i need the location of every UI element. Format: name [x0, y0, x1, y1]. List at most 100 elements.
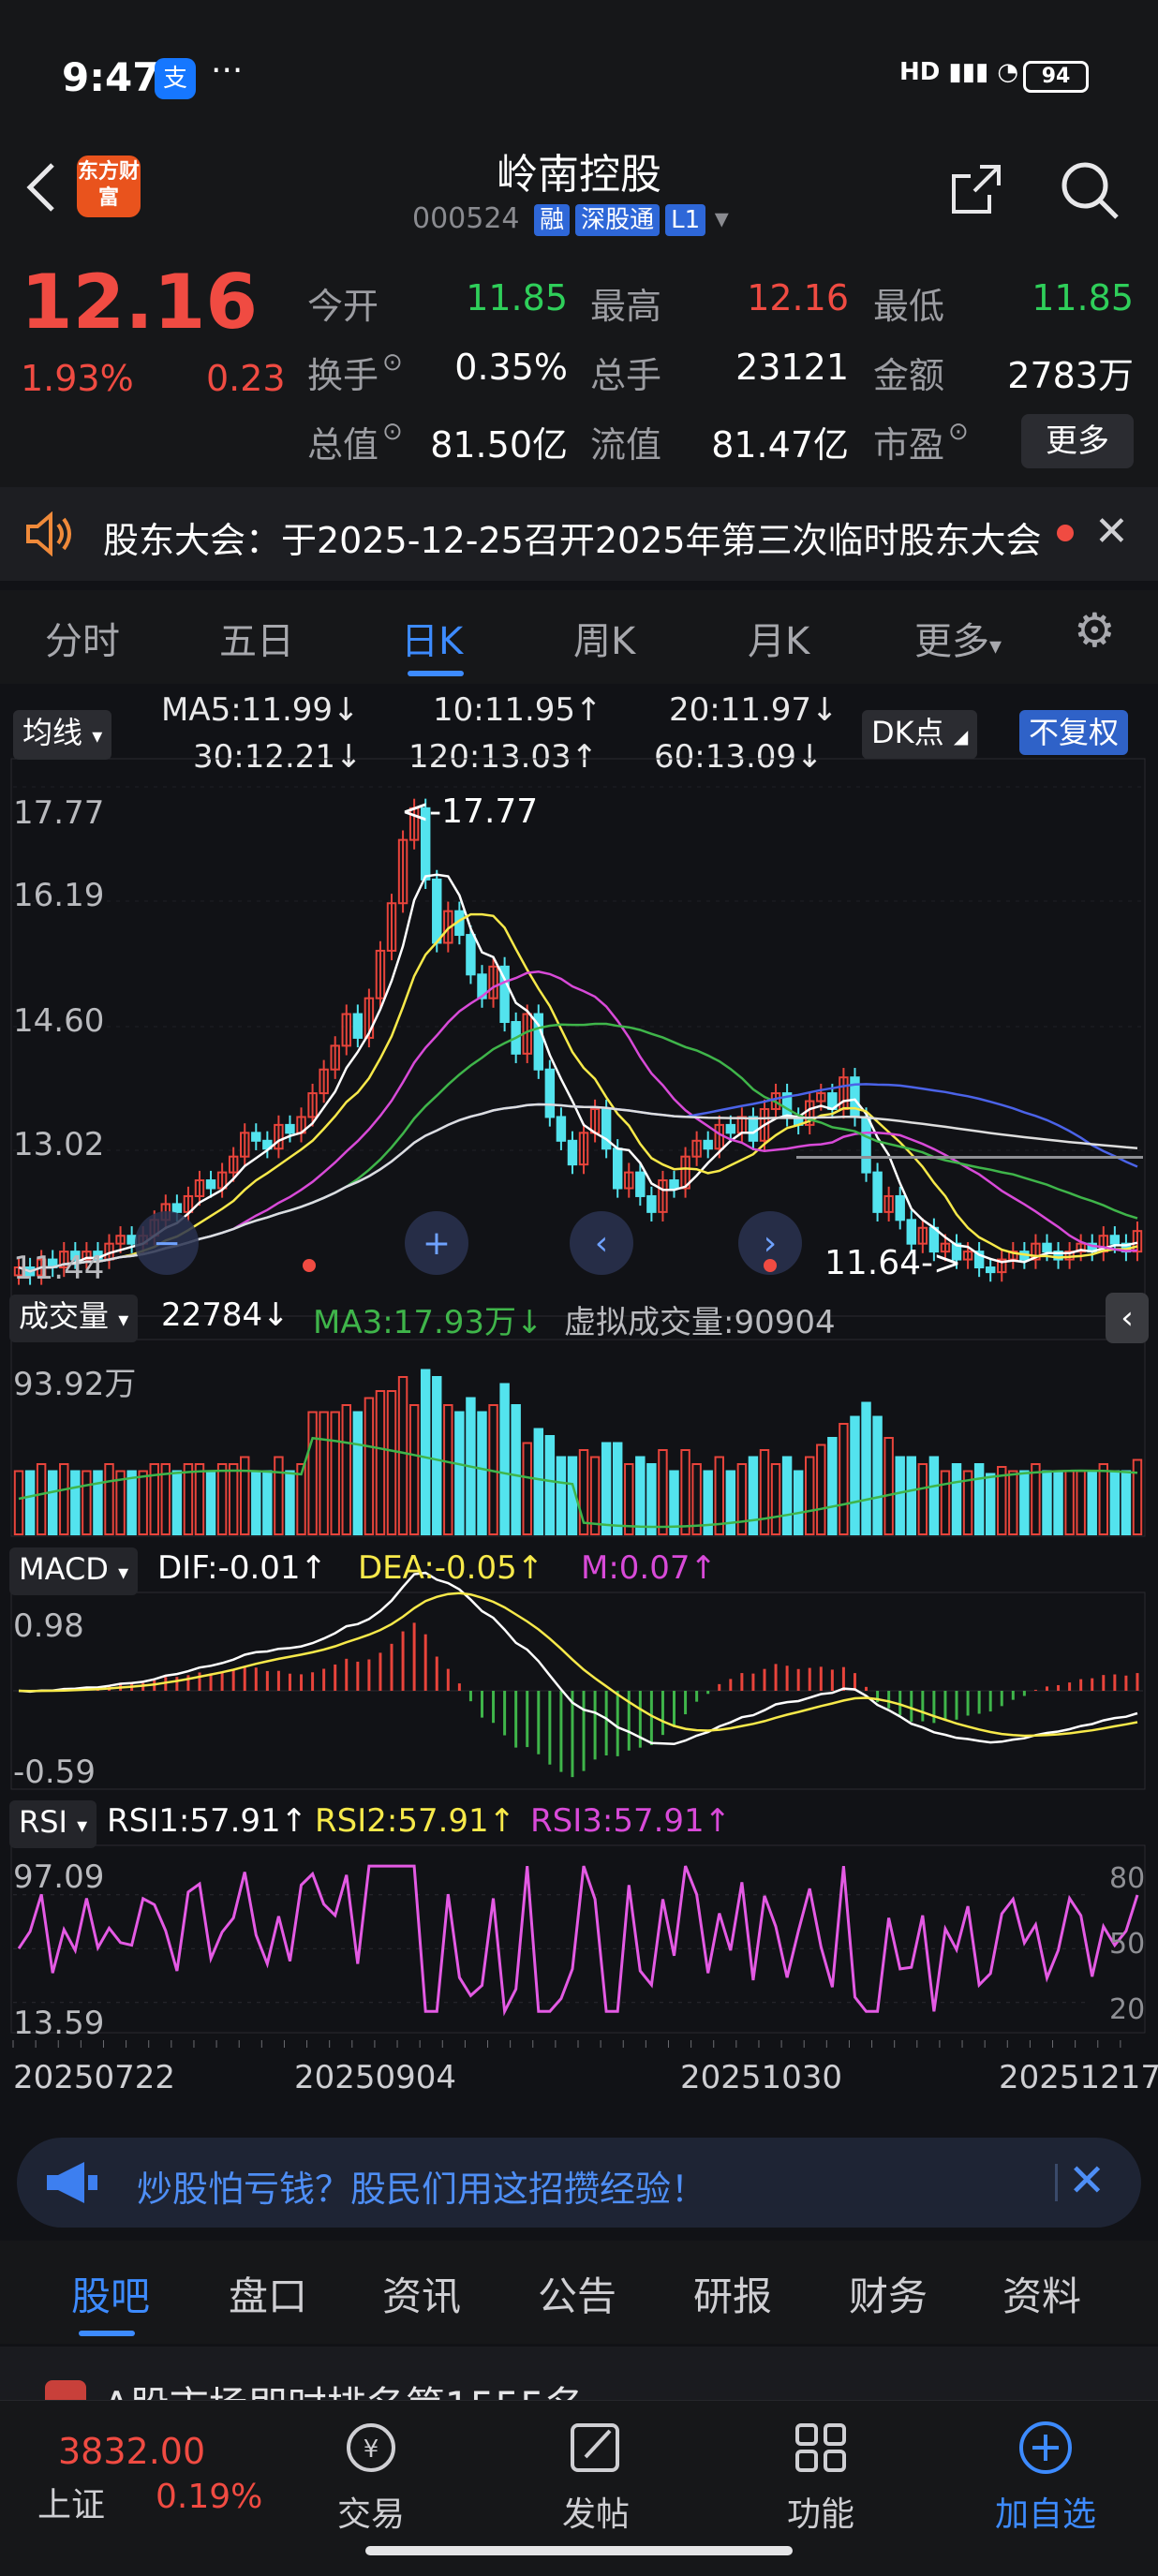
collapse-icon[interactable]: ‹: [1106, 1293, 1149, 1343]
volume-bar: [872, 1415, 883, 1535]
dropdown-icon[interactable]: ▾: [715, 202, 729, 235]
content-tabs: 股吧 盘口 资讯 公告 研报 财务 资料: [0, 2241, 1158, 2344]
promo-banner[interactable]: 炒股怕亏钱？股民们用这招攒经验！ ✕: [17, 2138, 1141, 2228]
close-icon[interactable]: ✕: [1094, 508, 1129, 555]
date-label: 20251217: [999, 2059, 1158, 2096]
volume-bar: [725, 1470, 736, 1535]
macd-selector[interactable]: MACD ▾: [9, 1547, 139, 1595]
volume-bar: [1132, 1458, 1143, 1535]
volume-bar: [24, 1470, 36, 1535]
search-icon[interactable]: [1057, 157, 1121, 221]
volume-bar: [1019, 1470, 1030, 1535]
chevron-down-icon: ▾: [77, 1814, 88, 1838]
tab-profile[interactable]: 资料: [1002, 2265, 1081, 2322]
nav-trade[interactable]: ¥ 交易: [305, 2418, 437, 2536]
chart-canvas[interactable]: − + ‹ ›: [0, 684, 1158, 2126]
more-button[interactable]: 更多: [1021, 414, 1134, 468]
tab-weekly-k[interactable]: 周K: [573, 611, 635, 665]
tab-research[interactable]: 研报: [693, 2265, 772, 2322]
gear-icon[interactable]: ⚙: [1074, 603, 1116, 658]
volume-bar: [985, 1473, 996, 1535]
candle: [251, 1132, 261, 1142]
volume-bar: [499, 1383, 510, 1535]
nav-functions[interactable]: 功能: [755, 2418, 886, 2536]
home-indicator[interactable]: [365, 2546, 793, 2555]
volume-bar: [781, 1456, 793, 1535]
candle: [544, 1068, 556, 1118]
tab-five-day[interactable]: 五日: [219, 611, 294, 665]
quote-field-value: 11.85: [1032, 277, 1134, 318]
price-axis-label: 16.19: [13, 877, 105, 914]
close-icon[interactable]: ✕: [1068, 2154, 1106, 2207]
chart-area[interactable]: 均线 ▾ MA5:11.99↓ 10:11.95↑ 20:11.97↓ 30:1…: [0, 684, 1158, 2126]
tab-announcement[interactable]: 公告: [538, 2265, 616, 2322]
volume-bar: [251, 1470, 261, 1535]
price-axis-label: 11.44: [13, 1250, 105, 1287]
volume-bar: [454, 1411, 465, 1535]
battery-icon: 94: [1023, 61, 1089, 93]
volume-bar: [816, 1443, 826, 1535]
quote-field-value: 0.35%: [454, 347, 568, 388]
price-axis-label: 14.60: [13, 1002, 105, 1040]
ma-line: [18, 912, 1138, 1273]
megaphone-icon: [47, 2162, 97, 2203]
tab-daily-k[interactable]: 日K: [401, 611, 463, 665]
tab-more[interactable]: 更多▾: [914, 611, 1002, 665]
volume-bar: [951, 1463, 962, 1535]
volume-bar: [477, 1411, 487, 1535]
volume-bar: [126, 1470, 137, 1535]
index-percent[interactable]: 0.19%: [156, 2478, 262, 2516]
tab-finance[interactable]: 财务: [849, 2265, 928, 2322]
tag-level: L1: [665, 204, 706, 236]
candle: [895, 1194, 905, 1221]
volume-bar: [973, 1463, 985, 1535]
nav-add-watchlist[interactable]: 加自选: [980, 2418, 1111, 2536]
divider: [1055, 2164, 1058, 2201]
volume-bar: [341, 1404, 351, 1535]
volume-bar: [1053, 1470, 1063, 1535]
alipay-icon: 支: [155, 58, 196, 99]
tab-intraday[interactable]: 分时: [45, 611, 120, 665]
index-name[interactable]: 上证: [37, 2478, 105, 2526]
tab-news[interactable]: 资讯: [382, 2265, 461, 2322]
volume-bar: [319, 1411, 329, 1535]
rsi-selector[interactable]: RSI ▾: [9, 1800, 97, 1848]
volume-bar: [624, 1463, 634, 1535]
volume-bar: [827, 1437, 838, 1535]
tab-more-label: 更多: [914, 620, 989, 663]
index-value[interactable]: 3832.00: [58, 2431, 205, 2472]
tab-forum[interactable]: 股吧: [71, 2265, 150, 2322]
signal-icon: HD ▮▮▮ ◔: [899, 58, 1019, 86]
stock-header: 东方财富 岭南控股 000524 融深股通 L1 ▾: [0, 122, 1158, 253]
macd-dea: DEA:-0.05↑: [358, 1549, 544, 1587]
macd-selector-label: MACD: [19, 1551, 109, 1587]
volume-bar: [793, 1470, 804, 1535]
volume-bar: [861, 1401, 871, 1535]
candle: [171, 1203, 183, 1213]
last-price: 12.16: [21, 259, 259, 346]
virtual-volume: 虚拟成交量:90904: [564, 1304, 836, 1341]
chart-nav-icon: −: [153, 1224, 181, 1263]
chart-nav-icon: ›: [764, 1224, 777, 1263]
tab-orderbook[interactable]: 盘口: [229, 2265, 307, 2322]
add-circle-icon: [1019, 2421, 1072, 2474]
rsi-level-50: 50: [1109, 1928, 1146, 1961]
volume-bar: [850, 1415, 860, 1535]
macd-axis-top: 0.98: [13, 1607, 84, 1645]
status-time: 9:47: [62, 54, 160, 100]
candle: [285, 1123, 295, 1134]
volume-bar: [1042, 1470, 1052, 1535]
notice-bar[interactable]: 股东大会：于2025-12-25召开2025年第三次临时股东大会 ✕: [0, 487, 1158, 581]
stock-code: 000524: [412, 202, 520, 235]
nav-add-watchlist-label: 加自选: [994, 2495, 1096, 2534]
rsi2-value: RSI2:57.91↑: [315, 1802, 516, 1840]
volume-bar: [228, 1463, 239, 1535]
volume-bar: [1008, 1470, 1018, 1535]
volume-selector[interactable]: 成交量 ▾: [9, 1295, 139, 1342]
share-icon[interactable]: [946, 159, 1006, 219]
tab-monthly-k[interactable]: 月K: [748, 611, 809, 665]
candle: [1042, 1242, 1052, 1253]
volume-bar: [352, 1411, 364, 1535]
volume-bar: [883, 1437, 894, 1535]
nav-post[interactable]: 发帖: [530, 2418, 661, 2536]
